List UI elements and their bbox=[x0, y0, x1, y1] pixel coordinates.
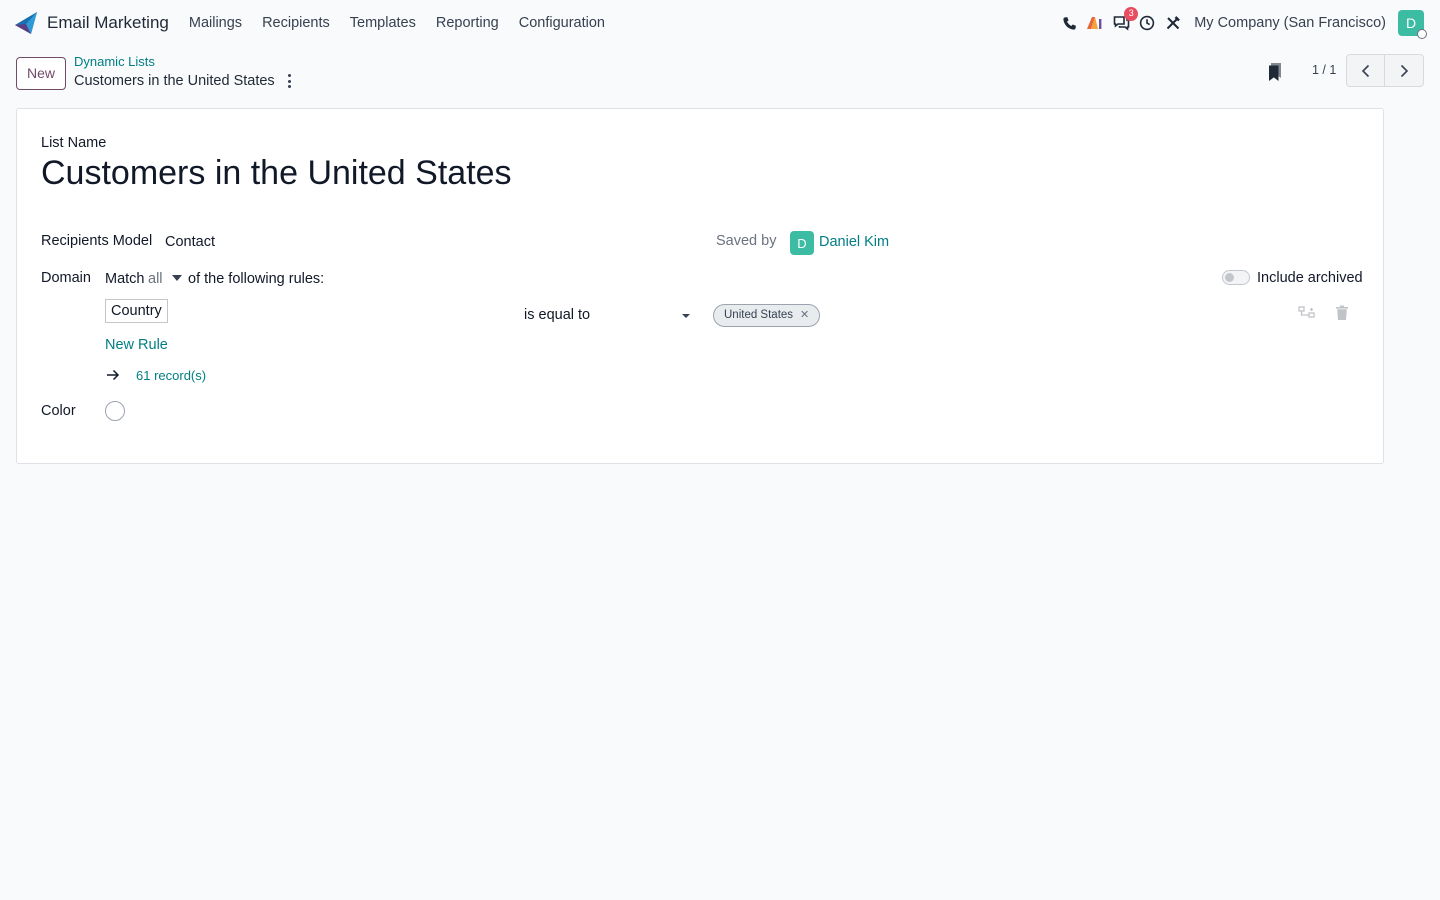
menu-reporting[interactable]: Reporting bbox=[426, 15, 509, 31]
menu-recipients[interactable]: Recipients bbox=[252, 15, 340, 31]
user-initial: D bbox=[1405, 15, 1417, 31]
company-switcher[interactable]: My Company (San Francisco) bbox=[1194, 15, 1386, 31]
saved-by-avatar: D bbox=[790, 231, 814, 255]
systray: 3 My Company (San Francisco) D bbox=[1056, 7, 1427, 39]
color-label: Color bbox=[41, 403, 76, 419]
new-rule-button[interactable]: New Rule bbox=[105, 337, 168, 353]
color-picker[interactable] bbox=[105, 401, 125, 421]
chevron-left-icon bbox=[1361, 64, 1369, 77]
caret-down-icon[interactable] bbox=[172, 275, 182, 281]
recipients-model-value: Contact bbox=[165, 234, 215, 250]
rule-value-text: United States bbox=[724, 309, 794, 321]
breadcrumb-current: Customers in the United States bbox=[74, 73, 275, 89]
breadcrumb-dynamic-lists[interactable]: Dynamic Lists bbox=[74, 54, 155, 69]
tools-icon[interactable] bbox=[1160, 10, 1186, 36]
rule-operator-select[interactable]: is equal to bbox=[524, 307, 590, 323]
bookmark-icon[interactable] bbox=[1266, 61, 1284, 83]
include-archived-toggle[interactable] bbox=[1222, 270, 1250, 285]
menu-mailings[interactable]: Mailings bbox=[179, 15, 252, 31]
menu-templates[interactable]: Templates bbox=[340, 15, 426, 31]
pager-previous-button[interactable] bbox=[1346, 54, 1385, 87]
match-mode-select[interactable]: all bbox=[148, 271, 163, 287]
records-count-link[interactable]: 61 record(s) bbox=[136, 368, 206, 383]
pager-value[interactable]: 1 / 1 bbox=[1312, 63, 1336, 77]
list-name-label: List Name bbox=[41, 135, 107, 151]
domain-label: Domain bbox=[41, 270, 91, 286]
operator-caret-icon[interactable] bbox=[682, 314, 690, 318]
recipients-model-label: Recipients Model bbox=[41, 233, 153, 249]
clock-icon[interactable] bbox=[1134, 10, 1160, 36]
form-sheet: List Name Customers in the United States… bbox=[16, 108, 1384, 464]
new-button[interactable]: New bbox=[16, 57, 67, 90]
menu-configuration[interactable]: Configuration bbox=[509, 15, 615, 31]
match-suffix: of the following rules: bbox=[188, 271, 325, 287]
match-prefix: Match bbox=[105, 271, 145, 287]
list-name-input[interactable]: Customers in the United States bbox=[41, 154, 512, 193]
ai-icon[interactable] bbox=[1082, 10, 1108, 36]
saved-by-initial: D bbox=[797, 235, 807, 251]
top-navbar: Email Marketing Mailings Recipients Temp… bbox=[0, 0, 1440, 46]
arrow-right-icon bbox=[105, 367, 121, 383]
messages-icon[interactable]: 3 bbox=[1108, 7, 1139, 36]
user-avatar-menu[interactable]: D bbox=[1398, 10, 1427, 39]
add-branch-icon[interactable] bbox=[1296, 302, 1318, 324]
rule-value-tag: United States ✕ bbox=[713, 304, 821, 327]
rule-field-select[interactable]: Country bbox=[105, 299, 168, 323]
chevron-right-icon bbox=[1400, 64, 1409, 77]
control-panel: New Dynamic Lists Customers in the Unite… bbox=[0, 46, 1440, 106]
presence-status-icon bbox=[1417, 29, 1427, 39]
delete-rule-icon[interactable] bbox=[1331, 302, 1353, 324]
pager-next-button[interactable] bbox=[1385, 54, 1424, 87]
include-archived-label[interactable]: Include archived bbox=[1257, 270, 1363, 286]
saved-by-label: Saved by bbox=[716, 233, 777, 249]
actions-menu-icon[interactable] bbox=[281, 72, 297, 90]
remove-tag-icon[interactable]: ✕ bbox=[800, 305, 809, 326]
saved-by-user[interactable]: Daniel Kim bbox=[819, 234, 889, 250]
email-marketing-logo-icon[interactable] bbox=[14, 11, 38, 35]
app-name[interactable]: Email Marketing bbox=[47, 13, 169, 33]
phone-icon[interactable] bbox=[1056, 10, 1082, 36]
